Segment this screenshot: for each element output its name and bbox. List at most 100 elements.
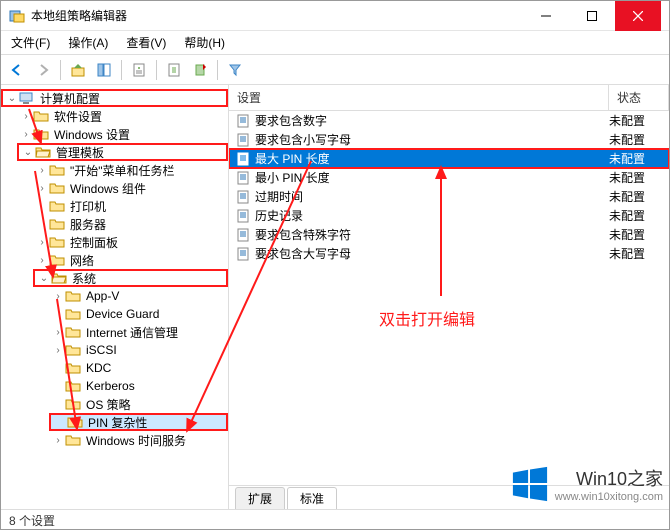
computer-icon (19, 91, 35, 105)
forward-button[interactable] (31, 58, 55, 82)
list-item[interactable]: 要求包含数字 未配置 (229, 111, 669, 130)
folder-icon (65, 379, 81, 393)
navigation-tree[interactable]: ⌄ 计算机配置 › 软件设置 › Windows 设置 ⌄ (1, 85, 229, 509)
folder-icon (33, 127, 49, 141)
menu-action[interactable]: 操作(A) (64, 32, 112, 53)
properties-button[interactable] (127, 58, 151, 82)
list-item-label: 要求包含特殊字符 (255, 226, 609, 243)
expand-icon[interactable]: › (51, 435, 65, 446)
expand-icon[interactable]: › (19, 111, 33, 122)
tree-item-appv[interactable]: ›App-V (49, 287, 228, 305)
tree-item-device-guard[interactable]: Device Guard (49, 305, 228, 323)
expand-icon[interactable]: › (51, 345, 65, 356)
expand-icon[interactable]: › (35, 183, 49, 194)
tree-item-network[interactable]: ›网络 (33, 251, 228, 269)
tree-item-admin-templates[interactable]: ⌄ 管理模板 (17, 143, 228, 161)
tree-label: Kerberos (84, 379, 137, 393)
tree-label: 服务器 (68, 216, 108, 233)
list-item[interactable]: 最大 PIN 长度 未配置 (229, 149, 669, 168)
tab-extended[interactable]: 扩展 (235, 487, 285, 509)
list-item[interactable]: 要求包含特殊字符 未配置 (229, 225, 669, 244)
list-item-state: 未配置 (609, 245, 663, 262)
menu-file[interactable]: 文件(F) (7, 32, 54, 53)
tree-item-start-menu[interactable]: ›"开始"菜单和任务栏 (33, 161, 228, 179)
expand-icon[interactable]: › (51, 327, 65, 338)
column-state[interactable]: 状态 (609, 85, 669, 110)
tree-item-control-panel[interactable]: › 控制面板 (33, 233, 228, 251)
list-item-state: 未配置 (609, 112, 663, 129)
filter-button[interactable] (223, 58, 247, 82)
policy-icon (235, 170, 251, 186)
list-item-state: 未配置 (609, 188, 663, 205)
folder-icon (33, 109, 49, 123)
folder-icon (65, 307, 81, 321)
folder-icon (65, 343, 81, 357)
tree-label: 控制面板 (68, 234, 120, 251)
tree-label: KDC (84, 361, 113, 375)
tree-label: Windows 设置 (52, 126, 132, 143)
tab-standard[interactable]: 标准 (287, 487, 337, 509)
tree-label: Device Guard (84, 307, 161, 321)
status-bar: 8 个设置 (1, 509, 669, 529)
expand-icon[interactable]: › (19, 129, 33, 140)
tree-item-windows-settings[interactable]: › Windows 设置 (17, 125, 228, 143)
list-item-state: 未配置 (609, 150, 663, 167)
folder-icon (49, 181, 65, 195)
tree-item-system[interactable]: ⌄系统 (33, 269, 228, 287)
minimize-button[interactable] (523, 1, 569, 31)
maximize-button[interactable] (569, 1, 615, 31)
back-button[interactable] (5, 58, 29, 82)
tree-item-servers[interactable]: 服务器 (33, 215, 228, 233)
toolbar-separator (60, 60, 61, 80)
policy-icon (235, 208, 251, 224)
tree-item-printers[interactable]: 打印机 (33, 197, 228, 215)
expand-icon[interactable]: › (35, 237, 49, 248)
up-button[interactable] (66, 58, 90, 82)
expand-icon[interactable]: ⌄ (37, 273, 51, 284)
refresh-button[interactable] (162, 58, 186, 82)
menu-help[interactable]: 帮助(H) (180, 32, 229, 53)
folder-open-icon (35, 145, 51, 159)
folder-icon (49, 217, 65, 231)
list-item[interactable]: 要求包含小写字母 未配置 (229, 130, 669, 149)
expand-icon[interactable]: ⌄ (21, 147, 35, 158)
show-hide-tree-button[interactable] (92, 58, 116, 82)
policy-icon (235, 113, 251, 129)
tree-item-pin-complexity[interactable]: PIN 复杂性 (49, 413, 228, 431)
folder-icon (49, 235, 65, 249)
menu-view[interactable]: 查看(V) (122, 32, 170, 53)
tree-item-software[interactable]: › 软件设置 (17, 107, 228, 125)
expand-icon[interactable]: › (51, 291, 65, 302)
expand-icon[interactable]: ⌄ (5, 93, 19, 104)
tree-item-internet-comm[interactable]: ›Internet 通信管理 (49, 323, 228, 341)
window-title: 本地组策略编辑器 (31, 7, 523, 24)
tree-item-kerberos[interactable]: Kerberos (49, 377, 228, 395)
export-button[interactable] (188, 58, 212, 82)
list-item[interactable]: 历史记录 未配置 (229, 206, 669, 225)
list-item-label: 要求包含数字 (255, 112, 609, 129)
list-item[interactable]: 过期时间 未配置 (229, 187, 669, 206)
tree-item-win-time[interactable]: ›Windows 时间服务 (49, 431, 228, 449)
tree-label: 软件设置 (52, 108, 104, 125)
tree-label: iSCSI (84, 343, 119, 357)
tree-item-win-components[interactable]: › Windows 组件 (33, 179, 228, 197)
policy-icon (235, 151, 251, 167)
folder-icon (49, 163, 65, 177)
list-item[interactable]: 最小 PIN 长度 未配置 (229, 168, 669, 187)
tree-item-iscsi[interactable]: › iSCSI (49, 341, 228, 359)
tree-item-kdc[interactable]: KDC (49, 359, 228, 377)
folder-icon (65, 289, 81, 303)
tree-item-os-policy[interactable]: OS 策略 (49, 395, 228, 413)
toolbar-separator (156, 60, 157, 80)
settings-list[interactable]: 要求包含数字 未配置 要求包含小写字母 未配置 最大 PIN 长度 未配置 最小… (229, 111, 669, 485)
policy-icon (235, 227, 251, 243)
expand-icon[interactable]: › (35, 165, 49, 176)
list-item-label: 要求包含大写字母 (255, 245, 609, 262)
column-setting[interactable]: 设置 (229, 85, 609, 110)
expand-icon[interactable]: › (35, 255, 49, 266)
list-item[interactable]: 要求包含大写字母 未配置 (229, 244, 669, 263)
tree-label: PIN 复杂性 (86, 414, 149, 431)
close-button[interactable] (615, 1, 661, 31)
tree-label: Windows 组件 (68, 180, 148, 197)
tree-root-computer-config[interactable]: ⌄ 计算机配置 (1, 89, 228, 107)
